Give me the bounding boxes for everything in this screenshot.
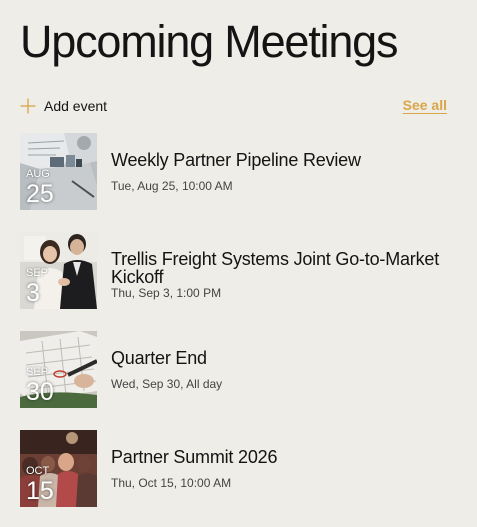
event-time: Thu, Sep 3, 1:00 PM: [111, 286, 222, 300]
event-title: Trellis Freight Systems Joint Go-to-Mark…: [111, 249, 440, 287]
event-time: Wed, Sep 30, All day: [111, 377, 223, 391]
add-event-label: Add event: [44, 98, 108, 114]
event-date-day: 15: [26, 477, 54, 505]
event-date-day: 25: [26, 180, 54, 208]
event-time: Tue, Aug 25, 10:00 AM: [111, 179, 233, 193]
page-title: Upcoming Meetings: [20, 16, 398, 67]
event-title: Partner Summit 2026: [111, 447, 278, 467]
event-thumbnail: AUG 25: [20, 133, 97, 210]
toolbar: Add event See all: [20, 95, 447, 117]
event-date-day: 3: [26, 279, 40, 307]
event-item[interactable]: SEP 3 Trellis Freight Systems Joint Go-t…: [20, 232, 465, 309]
event-date-month: SEP: [26, 267, 49, 279]
event-title: Weekly Partner Pipeline Review: [111, 150, 361, 170]
add-event-button[interactable]: Add event: [20, 95, 107, 117]
event-thumbnail: OCT 15: [20, 430, 97, 507]
event-time: Thu, Oct 15, 10:00 AM: [111, 476, 232, 490]
event-date-day: 30: [26, 378, 54, 406]
event-date-month: AUG: [26, 168, 50, 180]
event-item[interactable]: SEP 30 Quarter End Wed, Sep 30, All day: [20, 331, 465, 408]
event-title: Quarter End: [111, 348, 207, 368]
event-item[interactable]: OCT 15 Partner Summit 2026 Thu, Oct 15, …: [20, 430, 465, 507]
event-date-month: SEP: [26, 366, 49, 378]
event-thumbnail: SEP 30: [20, 331, 97, 408]
event-date-month: OCT: [26, 465, 50, 477]
plus-icon: [20, 98, 36, 114]
event-item[interactable]: AUG 25 Weekly Partner Pipeline Review Tu…: [20, 133, 465, 210]
see-all-link[interactable]: See all: [403, 97, 447, 113]
event-thumbnail: SEP 3: [20, 232, 97, 309]
